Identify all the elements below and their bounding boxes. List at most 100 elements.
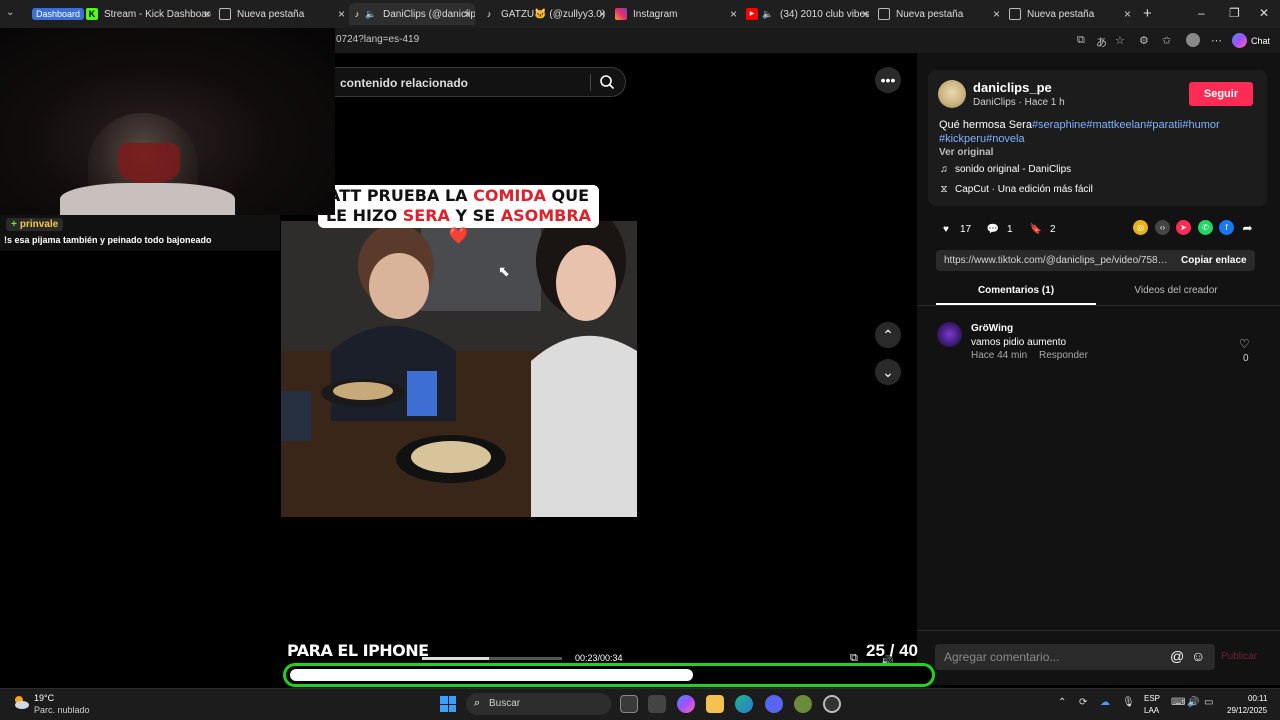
close-tab-icon[interactable]: × xyxy=(730,7,737,21)
volume-tray-icon[interactable]: 🔊 xyxy=(1187,697,1199,708)
emoji-icon[interactable]: ☺ xyxy=(1191,648,1205,664)
start-windows-icon[interactable] xyxy=(440,696,456,712)
sync-icon[interactable]: ⟳ xyxy=(1079,697,1087,708)
caption-part: LE HIZO xyxy=(325,206,403,225)
network-icon[interactable]: ⌨ xyxy=(1171,697,1185,708)
tab-new-3[interactable]: Nueva pestaña × xyxy=(1009,3,1131,25)
facebook-icon[interactable]: f xyxy=(1219,220,1234,235)
description-text: Qué hermosa Sera xyxy=(939,119,1032,131)
capcut-link[interactable]: ⧖ CapCut · Una edición más fácil xyxy=(939,184,1092,195)
tab-new-1[interactable]: Nueva pestaña × xyxy=(219,3,345,25)
weather-temperature[interactable]: 19°C xyxy=(34,693,54,703)
favorites-icon[interactable]: ✩ xyxy=(1162,34,1171,47)
follow-button[interactable]: Seguir xyxy=(1189,82,1253,106)
discord-icon[interactable] xyxy=(765,695,783,713)
translate-icon[interactable]: あ xyxy=(1096,34,1107,50)
keyboard-layout[interactable]: LAA xyxy=(1144,706,1159,715)
next-video-icon[interactable]: ⌄ xyxy=(875,359,901,385)
clock-date[interactable]: 29/12/2025 xyxy=(1227,706,1267,715)
comment-like-heart-icon[interactable]: ♡ xyxy=(1239,337,1250,351)
profile-avatar[interactable] xyxy=(1186,33,1200,47)
task-view-icon[interactable] xyxy=(620,695,638,713)
close-window-icon[interactable]: ✕ xyxy=(1259,6,1269,20)
edge-browser-icon[interactable] xyxy=(735,695,753,713)
close-tab-icon[interactable]: × xyxy=(204,7,211,21)
open-in-app-icon[interactable]: ⧉ xyxy=(1077,34,1085,47)
extensions-icon[interactable]: ⚙ xyxy=(1139,34,1149,47)
microphone-icon[interactable]: 🎙 xyxy=(1122,697,1135,708)
coin-icon[interactable]: ◎ xyxy=(1133,220,1148,235)
share-icon[interactable]: ➦ xyxy=(1240,220,1255,235)
weather-cloud-icon[interactable] xyxy=(12,693,30,711)
tab-instagram[interactable]: Instagram × xyxy=(615,3,737,25)
close-tab-icon[interactable]: × xyxy=(993,7,1000,21)
battery-icon[interactable]: ▭ xyxy=(1204,697,1213,708)
tab-daniclips[interactable]: ♪ 🔈 DaniClips (@daniclip × xyxy=(349,3,475,25)
tab-list-chevron-icon[interactable]: ⌄ xyxy=(6,7,14,18)
restore-icon[interactable]: ❐ xyxy=(1229,6,1240,20)
creator-username[interactable]: daniclips_pe xyxy=(973,80,1052,95)
speaker-icon[interactable]: 🔈 xyxy=(365,8,377,20)
comment-text: vamos pidio aumento xyxy=(971,337,1067,348)
send-icon[interactable]: ➤ xyxy=(1176,220,1191,235)
tab-group-label[interactable]: Dashboard xyxy=(32,8,85,20)
commenter-avatar[interactable] xyxy=(937,322,962,347)
clock-time[interactable]: 00:11 xyxy=(1248,694,1267,703)
close-tab-icon[interactable]: × xyxy=(862,7,869,21)
video-time: 00:23/00:34 xyxy=(575,653,623,663)
reply-button[interactable]: Responder xyxy=(1039,350,1088,361)
onedrive-icon[interactable]: ☁ xyxy=(1100,697,1110,708)
video-progress-bar[interactable] xyxy=(422,657,562,660)
save-button[interactable]: 🔖 2 xyxy=(1028,221,1056,237)
sound-link[interactable]: ♫ sonido original - DaniClips xyxy=(939,164,1071,175)
more-menu-icon[interactable]: ⋯ xyxy=(1211,34,1222,47)
close-tab-icon[interactable]: × xyxy=(599,7,606,21)
like-button[interactable]: ♥ 17 xyxy=(938,221,971,237)
tab-creator-videos[interactable]: Videos del creador xyxy=(1096,285,1256,296)
see-original-link[interactable]: Ver original xyxy=(939,147,993,158)
whatsapp-icon[interactable]: ✆ xyxy=(1198,220,1213,235)
search-placeholder[interactable]: contenido relacionado xyxy=(340,76,468,90)
tab-youtube[interactable]: ▶ 🔈 (34) 2010 club vibes - × xyxy=(746,3,869,25)
comment-button[interactable]: 💬 1 xyxy=(985,221,1013,237)
more-options-icon[interactable]: ••• xyxy=(875,67,901,93)
post-comment-button[interactable]: Publicar xyxy=(1221,651,1257,662)
file-explorer-icon[interactable] xyxy=(706,695,724,713)
capcut-icon: ⧖ xyxy=(940,184,948,195)
taskbar-search[interactable]: ⌕ Buscar xyxy=(466,693,611,715)
close-tab-icon[interactable]: × xyxy=(338,7,345,21)
input-language[interactable]: ESP xyxy=(1144,694,1160,703)
close-tab-icon[interactable]: × xyxy=(464,7,471,21)
new-tab-plus-icon[interactable]: + xyxy=(1143,5,1152,22)
url-text[interactable]: 0724?lang=es-419 xyxy=(336,34,419,45)
close-tab-icon[interactable]: × xyxy=(1124,7,1131,21)
tiktok-icon: ♪ xyxy=(354,8,360,19)
store-icon[interactable] xyxy=(648,695,666,713)
embed-icon[interactable]: ‹› xyxy=(1155,220,1170,235)
speaker-icon[interactable]: 🔈 xyxy=(762,8,774,20)
share-link-text[interactable]: https://www.tiktok.com/@daniclips_pe/vid… xyxy=(944,255,1169,266)
tab-gatzu[interactable]: ♪ GATZU🐱 (@zullyy3.0) es × xyxy=(483,3,606,25)
app-icon[interactable] xyxy=(794,695,812,713)
tab-new-2[interactable]: Nueva pestaña × xyxy=(878,3,1000,25)
previous-video-icon[interactable]: ⌃ xyxy=(875,322,901,348)
copilot-taskbar-icon[interactable] xyxy=(677,695,695,713)
description-hashtags[interactable]: #kickperu#novela xyxy=(939,133,1025,145)
copilot-chat-button[interactable]: Chat xyxy=(1232,32,1270,49)
video-frame[interactable] xyxy=(281,221,637,517)
share-link-row: https://www.tiktok.com/@daniclips_pe/vid… xyxy=(936,250,1255,271)
mention-at-icon[interactable]: @ xyxy=(1170,648,1184,664)
obs-icon[interactable] xyxy=(823,695,841,713)
commenter-name[interactable]: GröWing xyxy=(971,323,1013,334)
creator-avatar[interactable] xyxy=(938,80,966,108)
copy-link-button[interactable]: Copiar enlace xyxy=(1181,255,1247,266)
related-search-box[interactable]: contenido relacionado xyxy=(323,67,626,97)
description-hashtags[interactable]: #seraphine#mattkeelan#paratii#humor xyxy=(1032,119,1220,131)
minimize-icon[interactable]: – xyxy=(1198,6,1205,20)
tab-comments[interactable]: Comentarios (1) xyxy=(936,285,1096,296)
tab-kick-dashboard[interactable]: K Stream - Kick Dashboard × xyxy=(86,3,211,25)
weather-description[interactable]: Parc. nublado xyxy=(34,705,90,715)
tray-chevron-icon[interactable]: ⌃ xyxy=(1058,697,1066,708)
favorite-star-icon[interactable]: ☆ xyxy=(1115,34,1125,47)
search-icon[interactable] xyxy=(599,74,615,90)
